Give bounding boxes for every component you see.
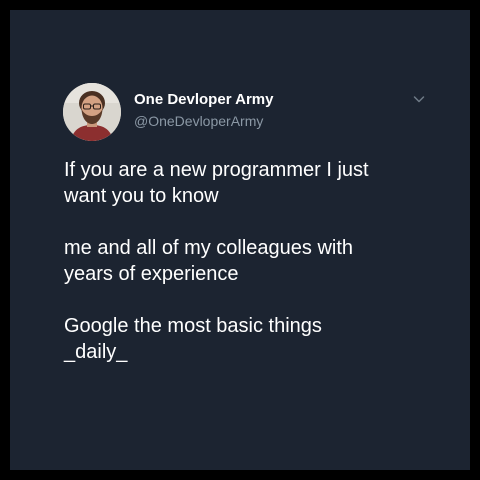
avatar[interactable] [63,83,121,141]
tweet-text: If you are a new programmer I just want … [64,157,444,391]
tweet-header: One Devloper Army @OneDevloperArmy [63,83,425,141]
user-handle[interactable]: @OneDevloperArmy [134,112,274,130]
tweet-paragraph: Google the most basic things _daily_ [64,315,322,363]
tweet-paragraph: If you are a new programmer I just want … [64,159,369,207]
avatar-photo [63,83,121,141]
display-name[interactable]: One Devloper Army [134,91,274,109]
author-names: One Devloper Army @OneDevloperArmy [134,91,274,130]
chevron-down-icon[interactable] [411,91,427,107]
tweet-card: One Devloper Army @OneDevloperArmy If yo… [10,10,470,470]
tweet-paragraph: me and all of my colleagues with years o… [64,237,354,285]
